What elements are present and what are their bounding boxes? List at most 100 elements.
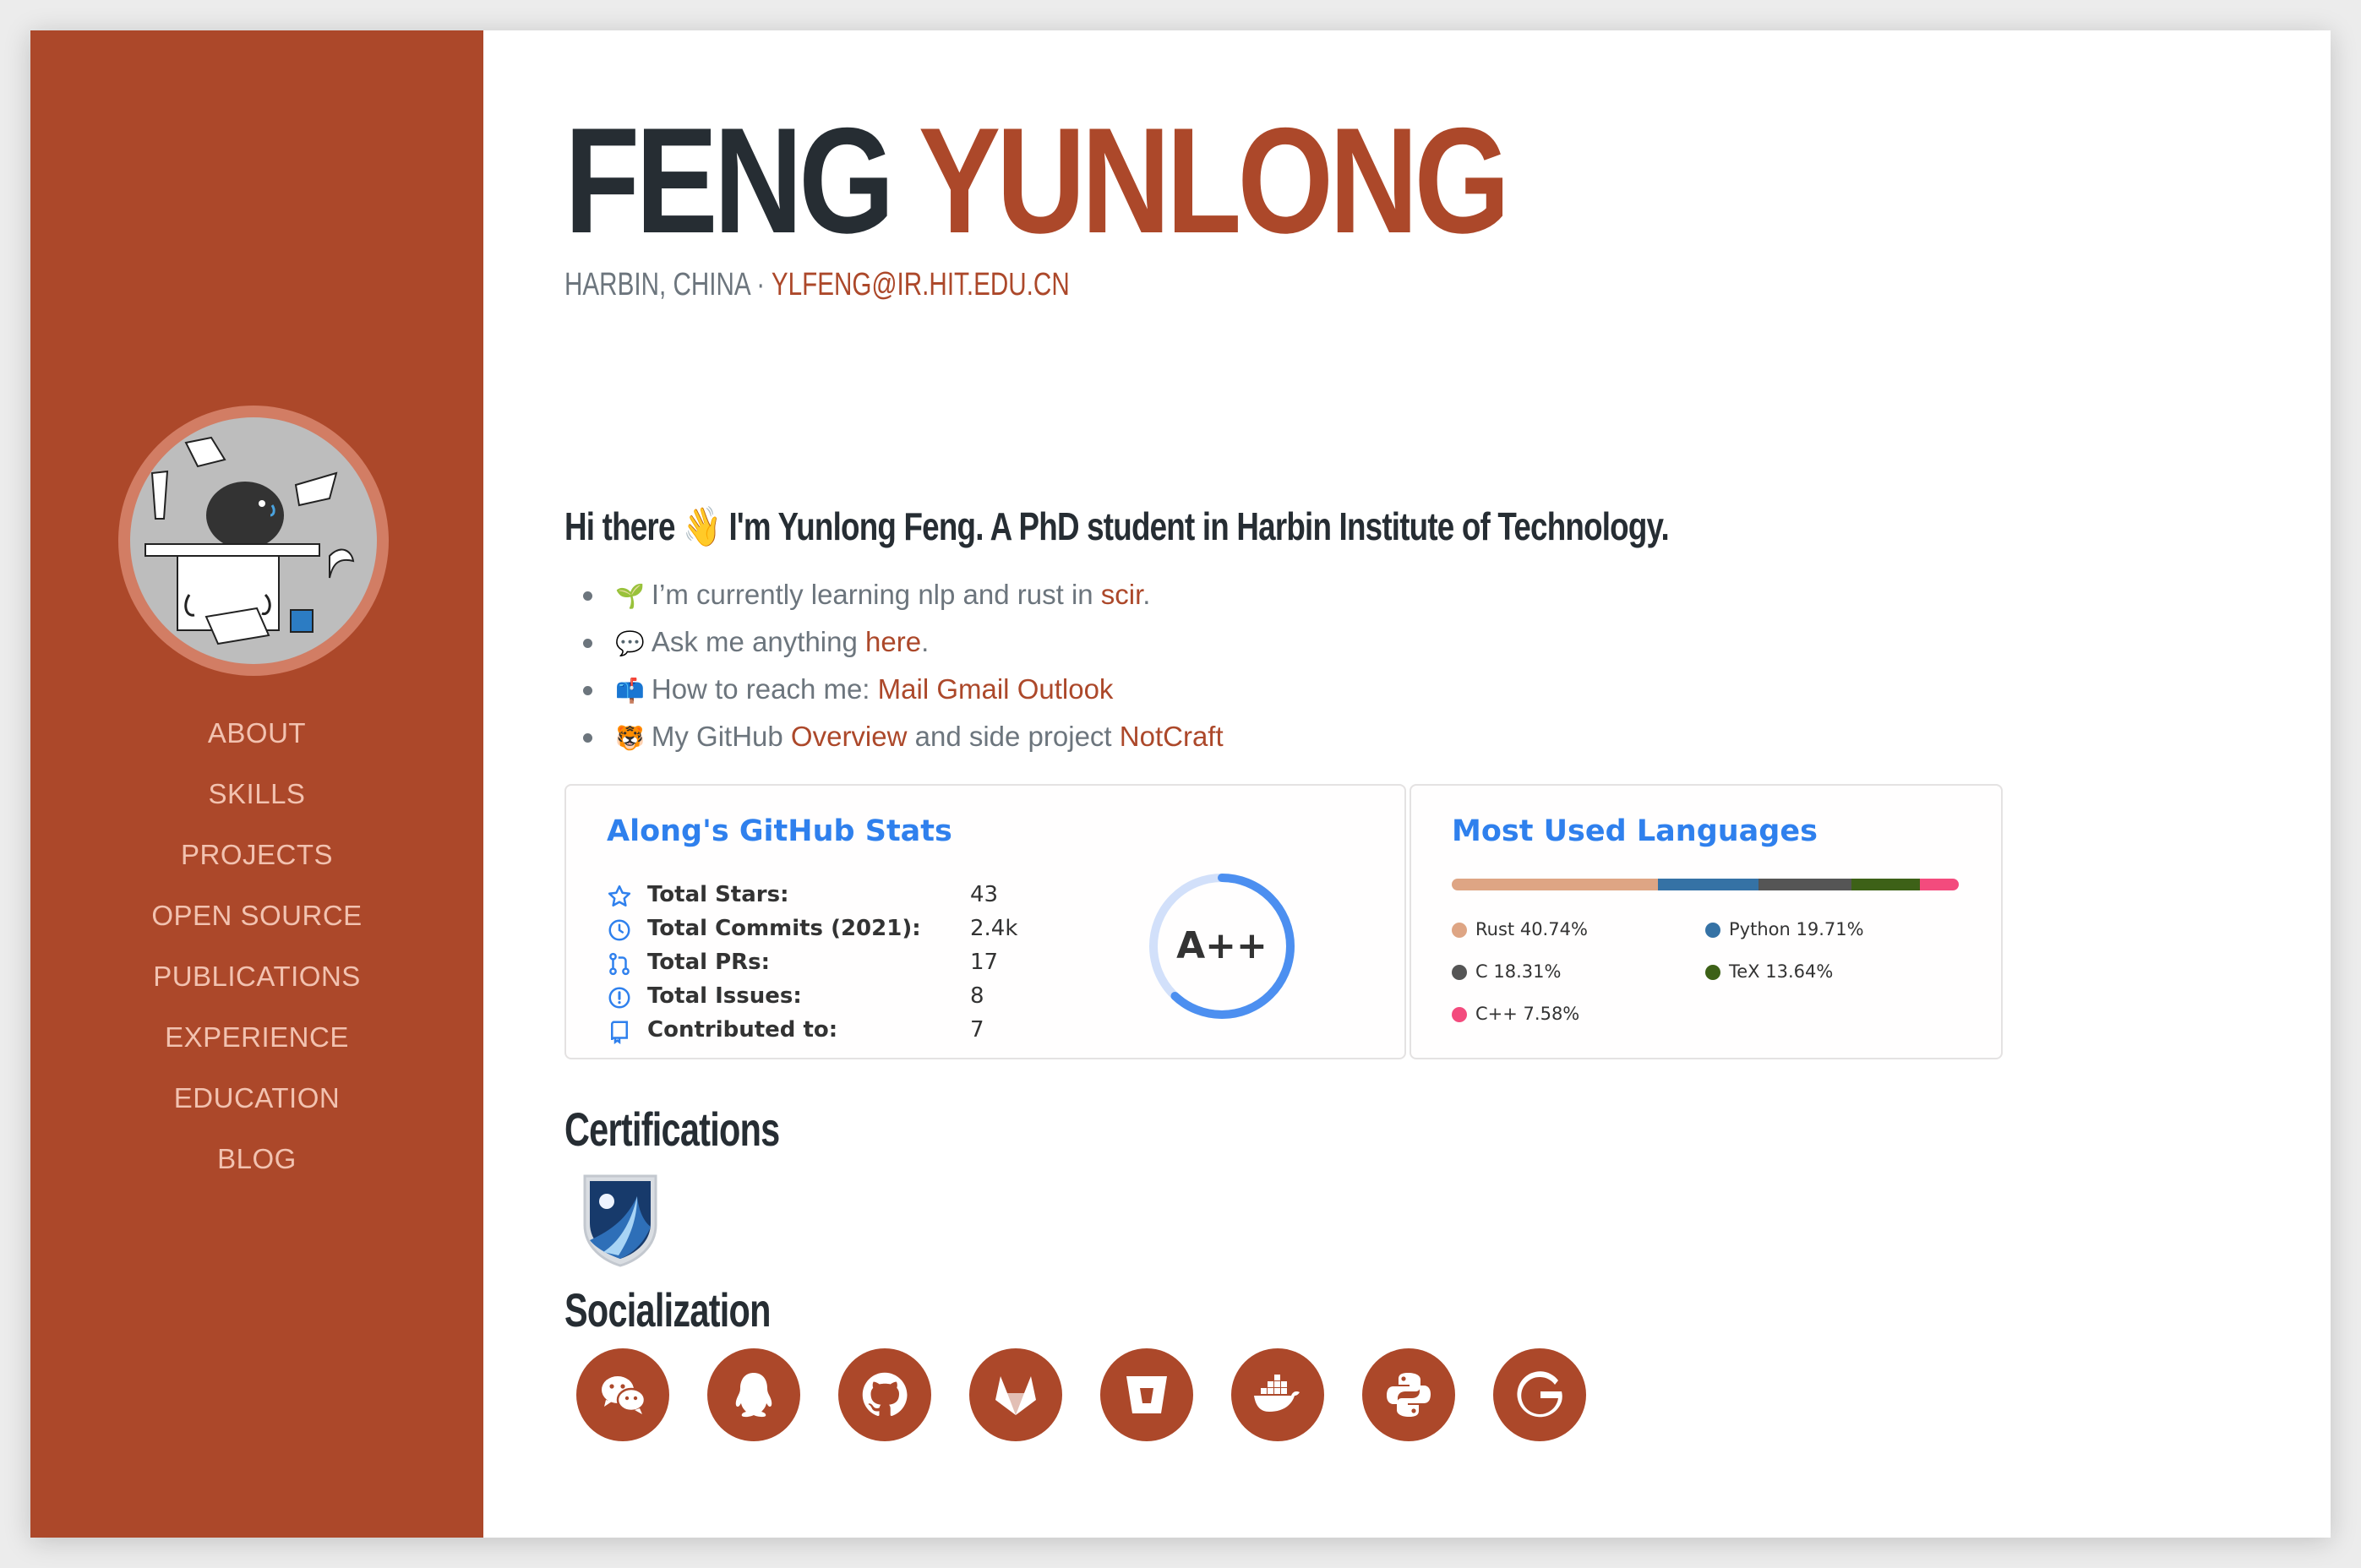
qq-icon — [735, 1373, 772, 1418]
intro-text: I'm Yunlong Feng. A PhD student in Harbi… — [728, 504, 1669, 548]
language-item-python: Python 19.71% — [1705, 919, 1864, 939]
intro-greeting: Hi there — [564, 504, 675, 548]
language-dot — [1452, 923, 1467, 938]
language-pct: 13.64% — [1765, 961, 1834, 982]
language-dot — [1452, 965, 1467, 980]
seedling-icon: 🌱 — [615, 583, 645, 609]
overview-link[interactable]: Overview — [791, 721, 908, 752]
language-dot — [1705, 965, 1720, 980]
repo-icon — [611, 1021, 628, 1044]
stat-label: Total Stars: — [647, 882, 789, 907]
intro-heading: Hi there 👋 I'm Yunlong Feng. A PhD stude… — [564, 504, 1670, 550]
language-bar-segment — [1851, 879, 1921, 890]
docker-button[interactable] — [1231, 1348, 1324, 1441]
tiger-icon: 🐯 — [615, 725, 645, 751]
docker-icon — [1254, 1375, 1300, 1412]
language-progress-bar — [1452, 879, 1959, 890]
nav-blog[interactable]: BLOG — [30, 1129, 483, 1190]
language-pct: 18.31% — [1493, 961, 1562, 982]
languages-card-title: Most Used Languages — [1452, 814, 1818, 848]
first-name: FENG — [564, 96, 895, 264]
location-text: HARBIN, CHINA — [564, 267, 750, 302]
gitlab-button[interactable] — [969, 1348, 1062, 1441]
stats-card-title: Along's GitHub Stats — [607, 814, 952, 848]
nav-projects[interactable]: PROJECTS — [30, 825, 483, 885]
nav-experience[interactable]: EXPERIENCE — [30, 1007, 483, 1068]
outlook-link[interactable]: Outlook — [1017, 673, 1114, 705]
scir-link[interactable]: scir — [1101, 579, 1143, 610]
stat-label: Total Issues: — [647, 983, 802, 1009]
list-item: 📫 How to reach me: Mail Gmail Outlook — [583, 666, 1224, 713]
language-bar-segment — [1658, 879, 1758, 890]
about-list: 🌱 I’m currently learning nlp and rust in … — [583, 571, 1224, 760]
language-bar-segment — [1920, 879, 1959, 890]
nav-open-source[interactable]: OPEN SOURCE — [30, 885, 483, 946]
grade-ring: A++ — [1149, 874, 1295, 1019]
language-pct: 40.74% — [1519, 919, 1588, 939]
contact-line: HARBIN, CHINA · YLFENG@IR.HIT.EDU.CN — [564, 267, 1070, 303]
profile-avatar — [118, 406, 389, 676]
last-name: YUNLONG — [918, 96, 1510, 264]
bullet-text: How to reach me: — [651, 673, 878, 705]
github-button[interactable] — [838, 1348, 931, 1441]
language-bar-segment — [1452, 879, 1659, 890]
sidebar-nav: ABOUT SKILLS PROJECTS OPEN SOURCE PUBLIC… — [30, 703, 483, 1190]
here-link[interactable]: here — [865, 626, 921, 657]
bitbucket-button[interactable] — [1100, 1348, 1193, 1441]
list-item: 🌱 I’m currently learning nlp and rust in … — [583, 571, 1224, 618]
stat-value: 7 — [970, 1017, 984, 1043]
bullet-text: I’m currently learning nlp and rust in — [651, 579, 1101, 610]
gitlab-icon — [995, 1376, 1036, 1415]
language-name: Python — [1729, 919, 1791, 939]
stat-value: 8 — [970, 983, 984, 1009]
stat-label: Total PRs: — [647, 950, 771, 975]
bullet-tail: . — [921, 626, 930, 657]
language-item-cpp: C++ 7.58% — [1452, 1004, 1579, 1024]
nav-skills[interactable]: SKILLS — [30, 764, 483, 825]
languages-card[interactable]: Most Used Languages Rust 40.74% Python 1… — [1410, 784, 2003, 1059]
bullet-middle: and side project — [907, 721, 1120, 752]
page-title: FENG YUNLONG — [564, 105, 1510, 257]
email-link[interactable]: YLFENG@IR.HIT.EDU.CN — [772, 267, 1070, 302]
issue-icon — [608, 987, 630, 1009]
github-stats-card[interactable]: Along's GitHub Stats Total Stars: 43 Tot… — [564, 784, 1406, 1059]
stat-value: 2.4k — [970, 916, 1018, 941]
github-icon — [862, 1372, 908, 1417]
list-item: 🐯 My GitHub Overview and side project Not… — [583, 713, 1224, 760]
language-dot — [1452, 1007, 1467, 1022]
google-button[interactable] — [1493, 1348, 1586, 1441]
certifications-heading: Certifications — [564, 1102, 780, 1156]
nav-publications[interactable]: PUBLICATIONS — [30, 946, 483, 1007]
language-pct: 7.58% — [1523, 1004, 1580, 1024]
star-icon — [608, 885, 631, 906]
language-item-rust: Rust 40.74% — [1452, 919, 1588, 939]
stat-label: Contributed to: — [647, 1017, 838, 1043]
gmail-link[interactable]: Gmail — [936, 673, 1009, 705]
browser-window: ABOUT SKILLS PROJECTS OPEN SOURCE PUBLIC… — [30, 30, 2331, 1538]
qq-button[interactable] — [707, 1348, 800, 1441]
nav-education[interactable]: EDUCATION — [30, 1068, 483, 1129]
language-name: TeX — [1729, 961, 1760, 982]
language-pct: 19.71% — [1796, 919, 1864, 939]
language-dot — [1705, 923, 1720, 938]
language-item-c: C 18.31% — [1452, 961, 1561, 982]
socialization-heading: Socialization — [564, 1283, 771, 1337]
language-name: C++ — [1475, 1004, 1518, 1024]
main-content: FENG YUNLONG HARBIN, CHINA · YLFENG@IR.H… — [564, 30, 2297, 1538]
nav-about[interactable]: ABOUT — [30, 703, 483, 764]
pull-request-icon — [609, 952, 630, 976]
stat-value: 17 — [970, 950, 999, 975]
notcraft-link[interactable]: NotCraft — [1120, 721, 1224, 752]
mail-link[interactable]: Mail — [878, 673, 930, 705]
separator-dot: · — [750, 267, 772, 302]
wechat-icon — [602, 1376, 646, 1414]
wechat-button[interactable] — [576, 1348, 669, 1441]
certification-badge[interactable] — [578, 1171, 662, 1269]
history-icon — [608, 919, 630, 941]
bullet-text: Ask me anything — [651, 626, 865, 657]
language-name: Rust — [1475, 919, 1515, 939]
language-item-tex: TeX 13.64% — [1705, 961, 1833, 982]
speech-bubble-icon: 💬 — [615, 630, 645, 656]
grade-text: A++ — [1176, 924, 1268, 967]
python-button[interactable] — [1362, 1348, 1455, 1441]
